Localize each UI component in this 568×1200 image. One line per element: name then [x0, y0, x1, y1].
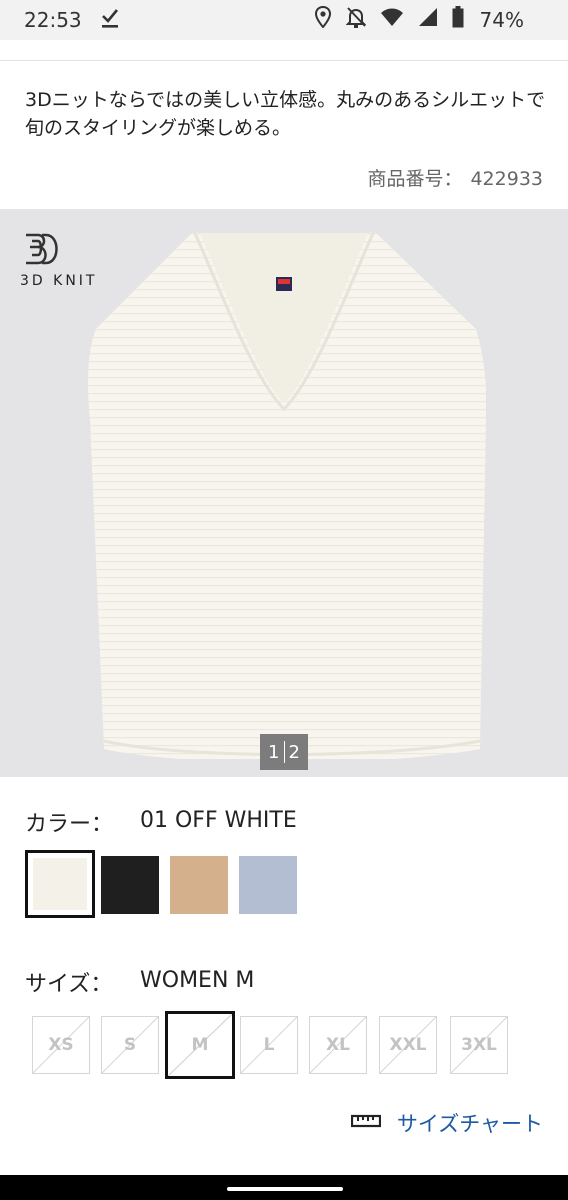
- swatch-fill: [239, 856, 297, 914]
- size-option-label: XXL: [389, 1035, 427, 1055]
- product-image[interactable]: 3D KNIT 1 2: [0, 209, 568, 777]
- size-option-xl[interactable]: XL: [309, 1016, 367, 1074]
- product-description: 3Dニットならではの美しい立体感。丸みのあるシルエットで旬のスタイリングが楽しめ…: [25, 89, 546, 139]
- size-option-3xl[interactable]: 3XL: [450, 1016, 508, 1074]
- bell-off-icon: [346, 6, 366, 28]
- ruler-icon: [350, 1113, 381, 1133]
- check-icon: [100, 6, 120, 35]
- header-divider: [0, 60, 568, 61]
- size-option-label: XS: [48, 1035, 74, 1055]
- size-option-label: 3XL: [461, 1035, 497, 1055]
- size-option-s[interactable]: S: [101, 1016, 159, 1074]
- product-number-label: 商品番号：: [367, 168, 463, 190]
- size-option-label: M: [191, 1035, 209, 1055]
- size-option-xxl[interactable]: XXL: [379, 1016, 437, 1074]
- size-option-m[interactable]: M: [165, 1011, 235, 1079]
- size-option-xs[interactable]: XS: [32, 1016, 90, 1074]
- swatch-black[interactable]: [101, 856, 159, 914]
- swatch-fill: [101, 856, 159, 914]
- sweater-image: [84, 219, 487, 763]
- size-value: WOMEN M: [140, 968, 255, 993]
- location-icon: [314, 6, 332, 28]
- size-option-label: XL: [326, 1035, 350, 1055]
- wifi-icon: [380, 7, 404, 27]
- color-value: 01 OFF WHITE: [140, 808, 297, 833]
- pager-total: 2: [288, 741, 300, 763]
- pager-separator: [283, 741, 285, 763]
- pager-current: 1: [268, 741, 280, 763]
- status-bar: 22:53 74%: [0, 0, 568, 40]
- swatch-off-white[interactable]: [25, 850, 95, 918]
- size-label: サイズ：: [25, 972, 113, 997]
- status-time: 22:53: [24, 8, 82, 32]
- swatch-beige[interactable]: [170, 856, 228, 914]
- product-number-value: 422933: [470, 168, 543, 190]
- signal-icon: [418, 7, 438, 27]
- image-pager[interactable]: 1 2: [260, 734, 308, 770]
- battery-percentage: 74%: [479, 8, 524, 32]
- size-option-label: S: [123, 1035, 137, 1055]
- size-chart-text: サイズチャート: [396, 1112, 543, 1136]
- size-option-label: L: [263, 1035, 275, 1055]
- swatch-blue[interactable]: [239, 856, 297, 914]
- color-label: カラー：: [25, 812, 114, 837]
- size-chart-link[interactable]: サイズチャート: [350, 1108, 543, 1138]
- product-number: 商品番号： 422933: [367, 164, 543, 191]
- system-navigation-bar: [0, 1175, 568, 1200]
- swatch-fill: [33, 858, 87, 910]
- battery-icon: [452, 6, 464, 28]
- size-option-l[interactable]: L: [240, 1016, 298, 1074]
- home-gesture-handle[interactable]: [227, 1187, 343, 1191]
- swatch-fill: [170, 856, 228, 914]
- size-options: XS S M L XL XXL 3XL: [30, 1011, 530, 1079]
